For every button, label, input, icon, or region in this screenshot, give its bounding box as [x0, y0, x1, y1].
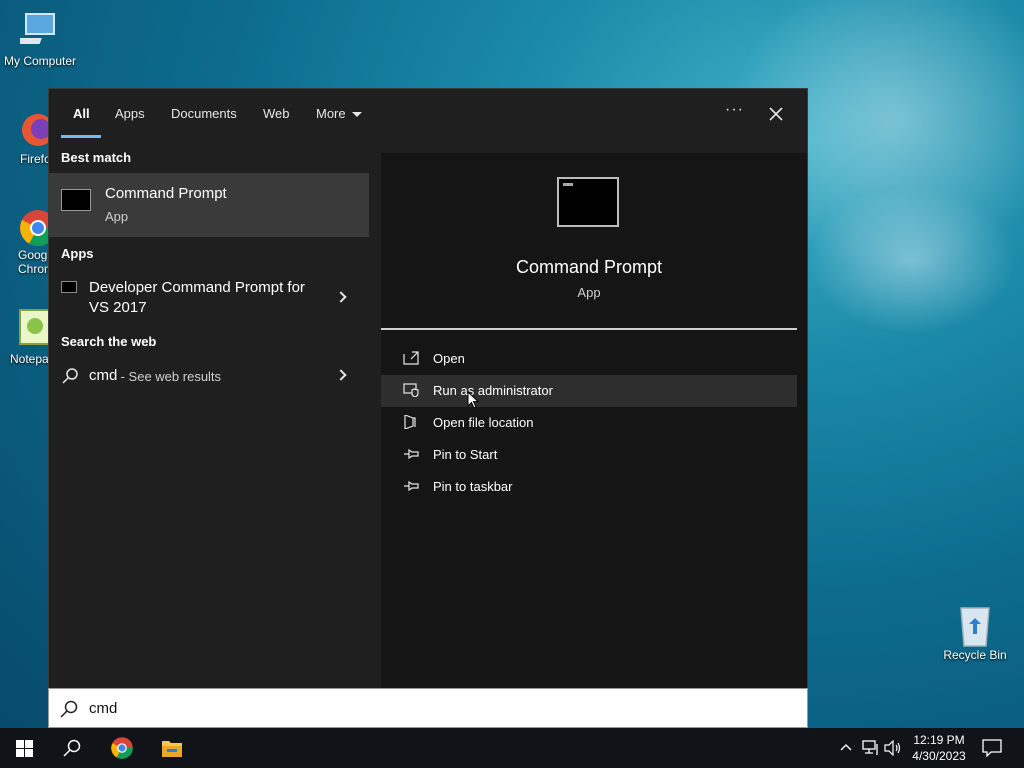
search-icon	[63, 739, 81, 757]
close-icon[interactable]	[765, 103, 787, 125]
open-icon	[403, 351, 419, 365]
tab-more-label: More	[316, 106, 346, 121]
taskbar: 12:19 PM 4/30/2023	[0, 728, 1024, 768]
preview-subtitle: App	[577, 285, 601, 300]
chevron-right-icon[interactable]	[335, 369, 347, 381]
desktop-icon-recycle-bin[interactable]: Recycle Bin	[935, 604, 1015, 662]
cmd-app-icon	[61, 189, 91, 211]
volume-icon[interactable]	[884, 740, 902, 756]
app-result-line2: VS 2017	[89, 299, 147, 316]
shield-icon	[403, 383, 419, 397]
clock-time: 12:19 PM	[913, 733, 965, 747]
active-tab-indicator	[61, 135, 101, 138]
tab-web[interactable]: Web	[263, 106, 290, 121]
chevron-right-icon[interactable]	[335, 291, 347, 303]
taskbar-search-button[interactable]	[48, 728, 96, 768]
search-box[interactable]: cmd	[48, 688, 808, 728]
preview-divider	[381, 328, 797, 330]
search-icon	[60, 700, 78, 718]
desktop-icon-my-computer[interactable]: My Computer	[0, 10, 80, 68]
tab-apps[interactable]: Apps	[115, 106, 145, 121]
tab-all[interactable]: All	[73, 106, 90, 121]
taskbar-clock[interactable]: 12:19 PM 4/30/2023	[908, 732, 970, 764]
action-pin-to-taskbar[interactable]: Pin to taskbar	[381, 471, 797, 503]
search-tabs: All Apps Documents Web More ···	[49, 89, 809, 141]
best-match-item[interactable]: Command Prompt App	[49, 173, 369, 237]
notification-icon[interactable]	[982, 739, 1002, 757]
chrome-icon	[111, 737, 133, 759]
action-run-as-administrator[interactable]: Run as administrator	[381, 375, 797, 407]
start-menu: All Apps Documents Web More ··· Best mat…	[48, 88, 808, 728]
windows-logo-icon	[16, 740, 33, 757]
action-open-file-location[interactable]: Open file location	[381, 407, 797, 439]
more-options-icon[interactable]: ···	[725, 101, 744, 119]
pin-icon	[404, 480, 419, 492]
network-icon[interactable]	[862, 740, 880, 756]
search-icon	[62, 368, 78, 384]
apps-heading: Apps	[61, 246, 94, 261]
app-result-item[interactable]: Developer Command Prompt for VS 2017	[49, 275, 369, 323]
pin-icon	[404, 448, 419, 460]
taskbar-file-explorer-button[interactable]	[148, 728, 196, 768]
action-pin-to-start[interactable]: Pin to Start	[381, 439, 797, 471]
search-web-heading: Search the web	[61, 334, 157, 349]
tab-documents[interactable]: Documents	[171, 106, 237, 121]
cmd-large-icon	[557, 177, 619, 227]
web-result-item[interactable]: cmd - See web results	[49, 361, 369, 391]
folder-icon	[162, 741, 182, 757]
action-open[interactable]: Open	[381, 343, 797, 375]
start-button[interactable]	[0, 728, 48, 768]
recycle-bin-icon	[955, 604, 995, 647]
best-match-heading: Best match	[61, 150, 132, 165]
search-input[interactable]: cmd	[89, 700, 117, 717]
dev-cmd-icon	[61, 281, 77, 293]
app-result-line1: Developer Command Prompt for	[89, 279, 305, 296]
computer-icon	[17, 10, 60, 50]
file-location-icon	[404, 415, 416, 429]
preview-title: Command Prompt	[515, 257, 663, 277]
caret-down-icon	[351, 112, 362, 118]
chevron-up-icon[interactable]	[840, 742, 852, 752]
clock-date: 4/30/2023	[912, 749, 966, 763]
tab-more[interactable]: More	[316, 106, 362, 121]
taskbar-chrome-button[interactable]	[98, 728, 146, 768]
mouse-cursor-icon	[467, 391, 479, 409]
web-query: cmd	[89, 367, 118, 384]
wallpaper-wave	[800, 180, 1024, 340]
web-suffix: - See web results	[117, 369, 222, 384]
preview-pane: Command Prompt App Open Run as administr…	[381, 153, 807, 689]
best-match-subtitle: App	[105, 209, 129, 224]
best-match-title: Command Prompt	[105, 185, 227, 202]
